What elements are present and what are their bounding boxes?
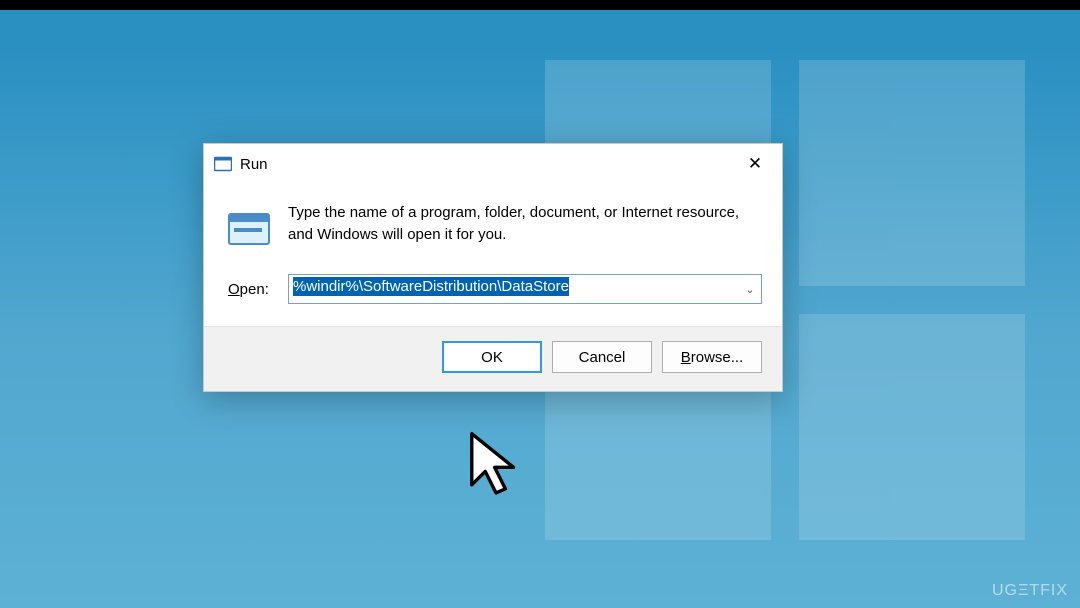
chevron-down-icon[interactable]: ⌄ — [739, 275, 761, 303]
close-button[interactable]: ✕ — [730, 144, 780, 184]
cursor-icon — [468, 431, 524, 501]
ok-button[interactable]: OK — [442, 341, 542, 373]
button-bar: OK Cancel Browse... — [204, 326, 782, 391]
titlebar[interactable]: Run ✕ — [204, 144, 782, 184]
dialog-title: Run — [240, 156, 730, 173]
open-label: Open: — [228, 281, 276, 298]
browse-button[interactable]: Browse... — [662, 341, 762, 373]
open-input[interactable]: %windir%\SoftwareDistribution\DataStore … — [288, 274, 762, 304]
open-input-value[interactable]: %windir%\SoftwareDistribution\DataStore — [289, 275, 739, 303]
cancel-button[interactable]: Cancel — [552, 341, 652, 373]
dialog-description: Type the name of a program, folder, docu… — [288, 202, 762, 246]
watermark-text: UGΞTFIX — [992, 582, 1068, 600]
run-icon — [214, 155, 232, 173]
run-dialog: Run ✕ Type the name of a program, folder… — [203, 143, 783, 392]
run-large-icon — [228, 208, 270, 250]
